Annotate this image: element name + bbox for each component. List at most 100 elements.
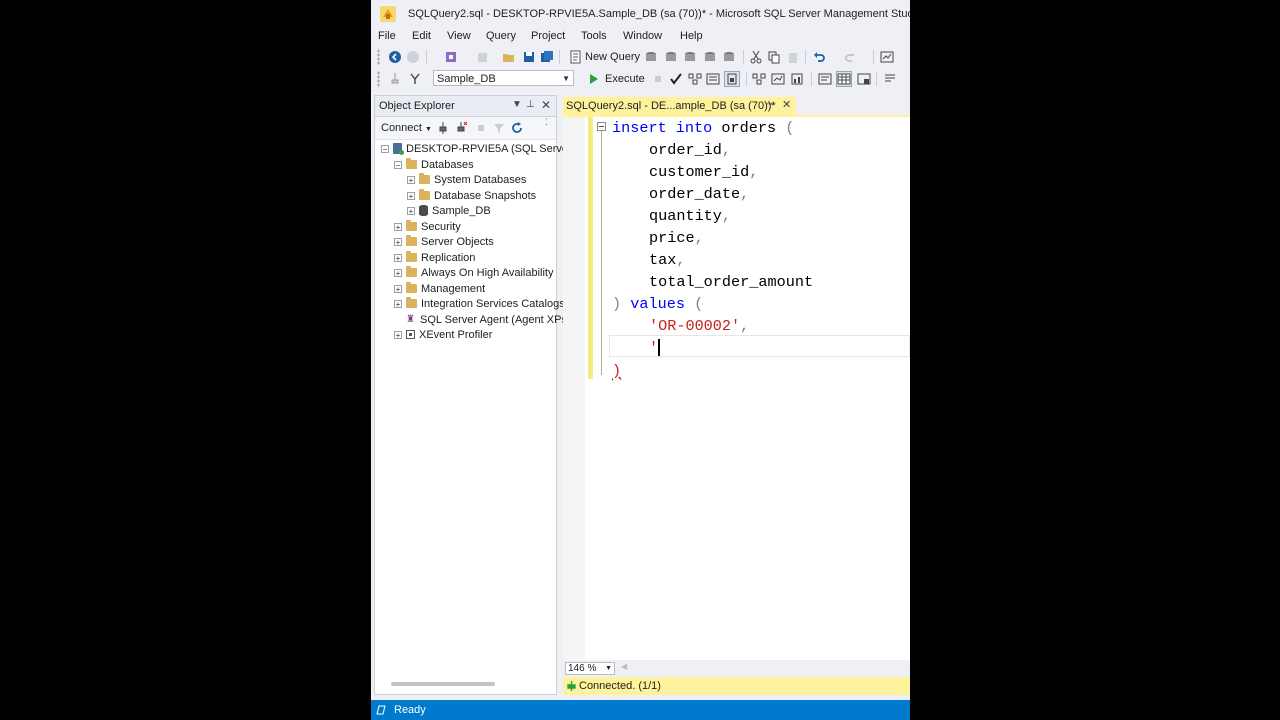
tree-node-server[interactable]: − DESKTOP-RPVIE5A (SQL Server xyxy=(381,141,572,156)
scroll-left-icon[interactable]: ◀ xyxy=(621,662,627,671)
connect-icon[interactable] xyxy=(387,71,403,87)
stop-icon[interactable] xyxy=(473,120,489,136)
tree-node-database-snapshots[interactable]: + Database Snapshots xyxy=(407,188,536,203)
add-item-icon[interactable] xyxy=(475,49,491,65)
tree-label: Replication xyxy=(421,251,476,264)
undo-icon[interactable] xyxy=(811,49,827,65)
expand-icon[interactable]: + xyxy=(394,299,402,308)
results-to-file-icon[interactable] xyxy=(856,71,872,87)
folder-icon xyxy=(406,158,417,169)
pin-icon[interactable]: ⊥ xyxy=(526,99,535,110)
disconnect-icon[interactable] xyxy=(453,120,469,136)
collapse-icon[interactable]: − xyxy=(394,160,402,169)
parse-checkmark-icon[interactable] xyxy=(668,71,684,87)
close-icon[interactable]: ✕ xyxy=(782,98,791,111)
tree-node-system-databases[interactable]: + System Databases xyxy=(407,172,526,187)
tree-label: Databases xyxy=(421,158,474,171)
zoom-select[interactable]: 146 % ▼ xyxy=(565,662,615,675)
expand-icon[interactable]: + xyxy=(407,175,415,184)
tree-node-always-on[interactable]: + Always On High Availability xyxy=(394,265,553,280)
query-mdx-icon[interactable] xyxy=(682,49,698,65)
results-to-grid-icon[interactable] xyxy=(836,71,852,87)
menu-edit[interactable]: Edit xyxy=(412,30,431,42)
chevron-down-icon[interactable]: ▼ xyxy=(512,99,522,110)
cancel-query-icon[interactable] xyxy=(650,71,666,87)
activity-monitor-icon[interactable] xyxy=(879,49,895,65)
menu-tools[interactable]: Tools xyxy=(581,30,607,42)
menu-query[interactable]: Query xyxy=(486,30,516,42)
results-to-text-icon[interactable] xyxy=(817,71,833,87)
pin-icon[interactable]: ⊸ xyxy=(766,99,774,110)
horizontal-scrollbar[interactable] xyxy=(391,682,495,686)
intellisense-toggle-icon[interactable] xyxy=(724,71,740,87)
redo-icon[interactable] xyxy=(843,49,859,65)
tree-node-security[interactable]: + Security xyxy=(394,219,461,234)
estimated-plan-icon[interactable] xyxy=(687,71,703,87)
back-icon[interactable] xyxy=(387,49,403,65)
menu-window[interactable]: Window xyxy=(623,30,662,42)
actual-plan-icon[interactable] xyxy=(751,71,767,87)
expand-icon[interactable]: + xyxy=(394,222,402,231)
close-icon[interactable]: ✕ xyxy=(541,98,551,112)
cut-icon[interactable] xyxy=(748,49,764,65)
menu-view[interactable]: View xyxy=(447,30,471,42)
column-name: tax xyxy=(649,251,677,269)
menu-project[interactable]: Project xyxy=(531,30,565,42)
tree-node-replication[interactable]: + Replication xyxy=(394,250,475,265)
client-stats-icon[interactable] xyxy=(789,71,805,87)
expand-icon[interactable]: + xyxy=(394,253,402,262)
editor-tabstrip: SQLQuery2.sql - DE...ample_DB (sa (70))*… xyxy=(563,95,910,115)
query-options-icon[interactable] xyxy=(705,71,721,87)
save-all-icon[interactable] xyxy=(539,49,555,65)
overflow-icon[interactable]: ⁚ xyxy=(545,117,548,128)
filter-icon[interactable] xyxy=(491,120,507,136)
tab-sqlquery2[interactable]: SQLQuery2.sql - DE...ample_DB (sa (70))*… xyxy=(563,97,796,115)
expand-icon[interactable]: + xyxy=(407,191,415,200)
tree-node-xevent-profiler[interactable]: + XEvent Profiler xyxy=(394,327,492,342)
collapse-icon[interactable]: − xyxy=(381,144,389,153)
new-query-icon[interactable] xyxy=(567,49,583,65)
toolbar-grip[interactable] xyxy=(377,71,380,87)
execute-button[interactable]: Execute xyxy=(605,73,645,85)
menu-help[interactable]: Help xyxy=(680,30,703,42)
collapse-region-icon[interactable] xyxy=(597,122,606,131)
expand-icon[interactable]: + xyxy=(407,206,415,215)
forward-icon[interactable] xyxy=(405,49,421,65)
tree-node-server-objects[interactable]: + Server Objects xyxy=(394,234,494,249)
menu-file[interactable]: File xyxy=(378,30,396,42)
new-query-button[interactable]: New Query xyxy=(585,51,640,63)
code-text: orders xyxy=(712,119,786,137)
comment-out-icon[interactable] xyxy=(882,71,898,87)
change-connection-icon[interactable] xyxy=(407,71,423,87)
tree-node-databases[interactable]: − Databases xyxy=(394,157,474,172)
query-db-engine-icon[interactable] xyxy=(643,49,659,65)
query-editor[interactable]: insert into orders ( order_id, customer_… xyxy=(563,115,910,660)
tree-node-sql-server-agent[interactable]: ♜ SQL Server Agent (Agent XPs xyxy=(394,312,567,327)
tree-node-integration-services[interactable]: + Integration Services Catalogs xyxy=(394,296,565,311)
column-name: quantity xyxy=(649,207,722,225)
query-xmla-icon[interactable] xyxy=(721,49,737,65)
expand-icon[interactable]: + xyxy=(394,268,402,277)
query-dmx-icon[interactable] xyxy=(702,49,718,65)
connect-button[interactable]: Connect ▼ xyxy=(381,122,432,134)
copy-icon[interactable] xyxy=(766,49,782,65)
expand-icon[interactable]: + xyxy=(394,330,402,339)
query-analysis-icon[interactable] xyxy=(663,49,679,65)
available-databases-select[interactable]: Sample_DB ▼ xyxy=(433,70,574,86)
code-line-11: ' xyxy=(649,337,658,359)
live-stats-icon[interactable] xyxy=(770,71,786,87)
open-file-icon[interactable] xyxy=(501,49,517,65)
code-punctuation: , xyxy=(721,207,732,225)
save-icon[interactable] xyxy=(521,49,537,65)
connect-plug-icon[interactable] xyxy=(435,120,451,136)
tree-node-sample-db[interactable]: + Sample_DB xyxy=(407,203,491,218)
paste-icon[interactable] xyxy=(785,49,801,65)
new-project-icon[interactable] xyxy=(443,49,459,65)
refresh-icon[interactable] xyxy=(509,120,525,136)
tree-node-management[interactable]: + Management xyxy=(394,281,485,296)
expand-icon[interactable]: + xyxy=(394,284,402,293)
column-name: total_order_amount xyxy=(649,273,814,291)
execute-icon[interactable] xyxy=(586,71,602,87)
expand-icon[interactable]: + xyxy=(394,237,402,246)
toolbar-grip[interactable] xyxy=(377,49,380,65)
